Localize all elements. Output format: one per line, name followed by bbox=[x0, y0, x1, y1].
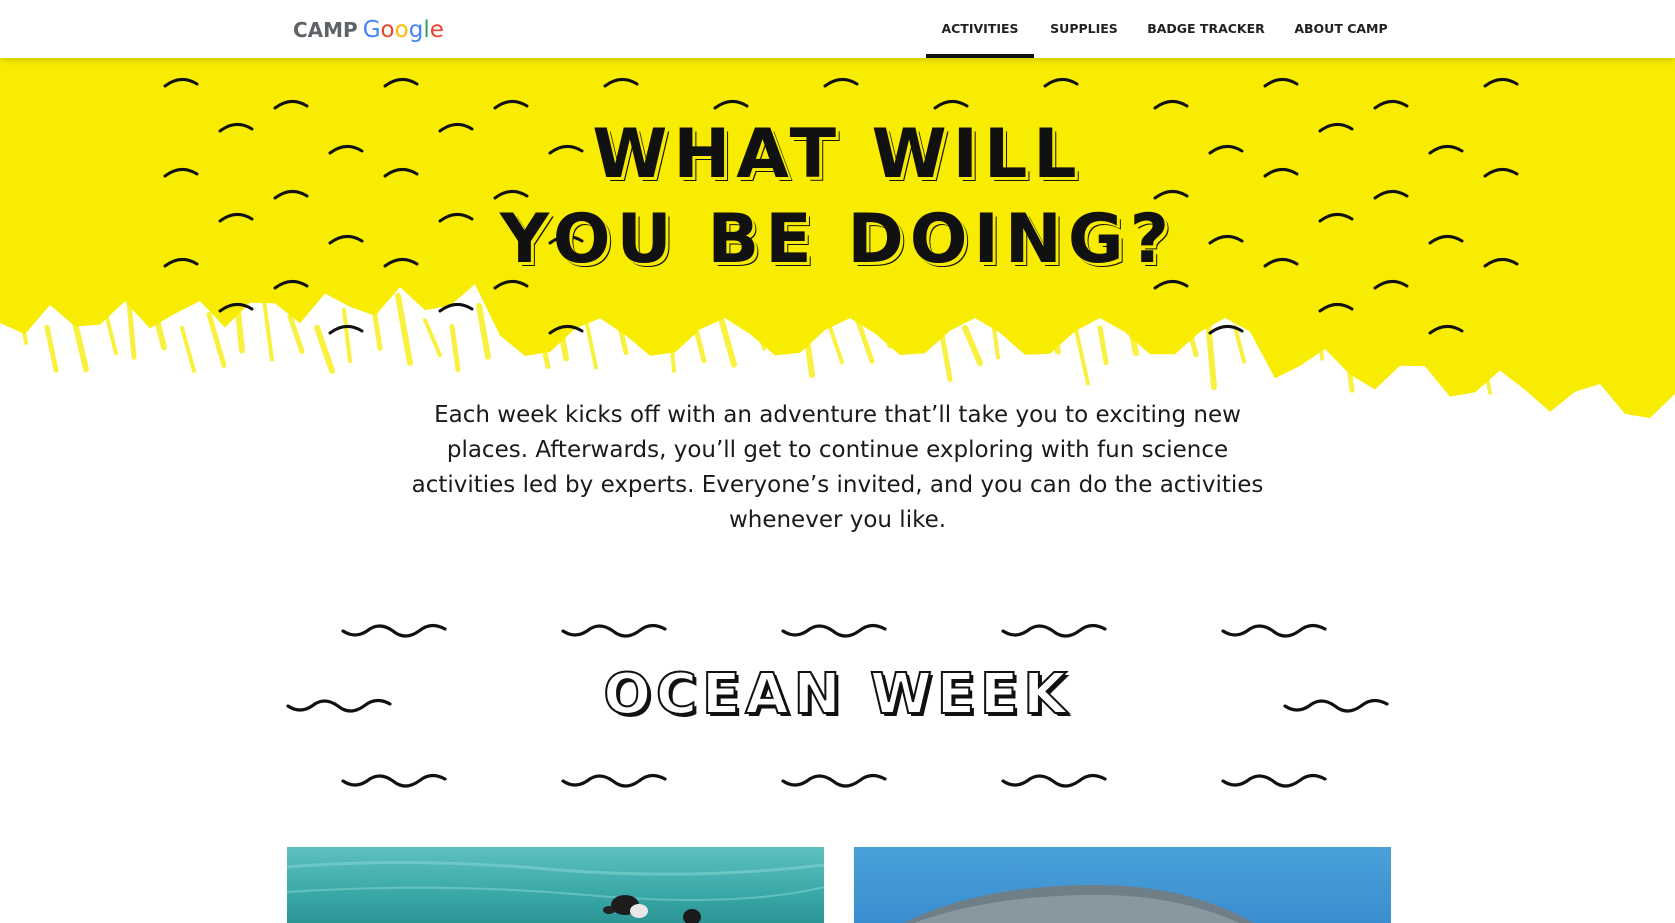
nav-item-activities[interactable]: ACTIVITIES bbox=[926, 0, 1034, 58]
brush-streak bbox=[828, 325, 844, 365]
wave-doodle bbox=[341, 773, 447, 788]
brush-streak bbox=[962, 324, 983, 366]
brush-streak bbox=[180, 325, 196, 373]
brush-streak bbox=[395, 292, 413, 366]
brush-streak bbox=[423, 318, 442, 358]
hero-title: WHAT WILL YOU BE DOING? bbox=[0, 112, 1675, 282]
brush-streak bbox=[1097, 325, 1109, 366]
hero-title-line-2: YOU BE DOING? bbox=[499, 200, 1176, 279]
wave-doodle bbox=[1221, 773, 1327, 788]
brush-streak bbox=[692, 323, 707, 364]
wave-doodle bbox=[1001, 623, 1107, 638]
wave-doodle bbox=[1221, 623, 1327, 638]
nav-item-supplies[interactable]: SUPPLIES bbox=[1046, 0, 1122, 58]
section-title-ocean-week: OCEAN WEEK bbox=[602, 661, 1072, 728]
wave-doodle bbox=[781, 623, 887, 638]
brush-streak bbox=[342, 308, 352, 364]
activity-card-dolphin[interactable] bbox=[854, 847, 1391, 923]
wave-doodle bbox=[1001, 773, 1107, 788]
brush-streak bbox=[476, 302, 491, 360]
brush-streak bbox=[585, 322, 598, 370]
wave-doodle bbox=[341, 623, 447, 638]
nav-item-about-camp[interactable]: ABOUT CAMP bbox=[1288, 0, 1394, 58]
wave-doodle bbox=[561, 623, 667, 638]
activity-card-ocean-swimmers[interactable] bbox=[287, 847, 824, 923]
hero-title-line-1: WHAT WILL bbox=[592, 115, 1083, 194]
dolphin-image bbox=[904, 884, 1254, 923]
brush-streak bbox=[719, 318, 737, 368]
nav-item-badge-tracker[interactable]: BADGE TRACKER bbox=[1144, 0, 1268, 58]
top-navigation-bar: CAMP Google ACTIVITIES SUPPLIES BADGE TRA… bbox=[0, 0, 1675, 58]
intro-paragraph: Each week kicks off with an adventure th… bbox=[411, 402, 1264, 533]
wave-doodle bbox=[561, 773, 667, 788]
brush-streak bbox=[44, 324, 59, 373]
brush-streak bbox=[449, 324, 461, 373]
main-nav: ACTIVITIES SUPPLIES BADGE TRACKER ABOUT … bbox=[0, 0, 1675, 58]
ocean-swimmers-image bbox=[287, 860, 824, 923]
wave-doodle bbox=[781, 773, 887, 788]
